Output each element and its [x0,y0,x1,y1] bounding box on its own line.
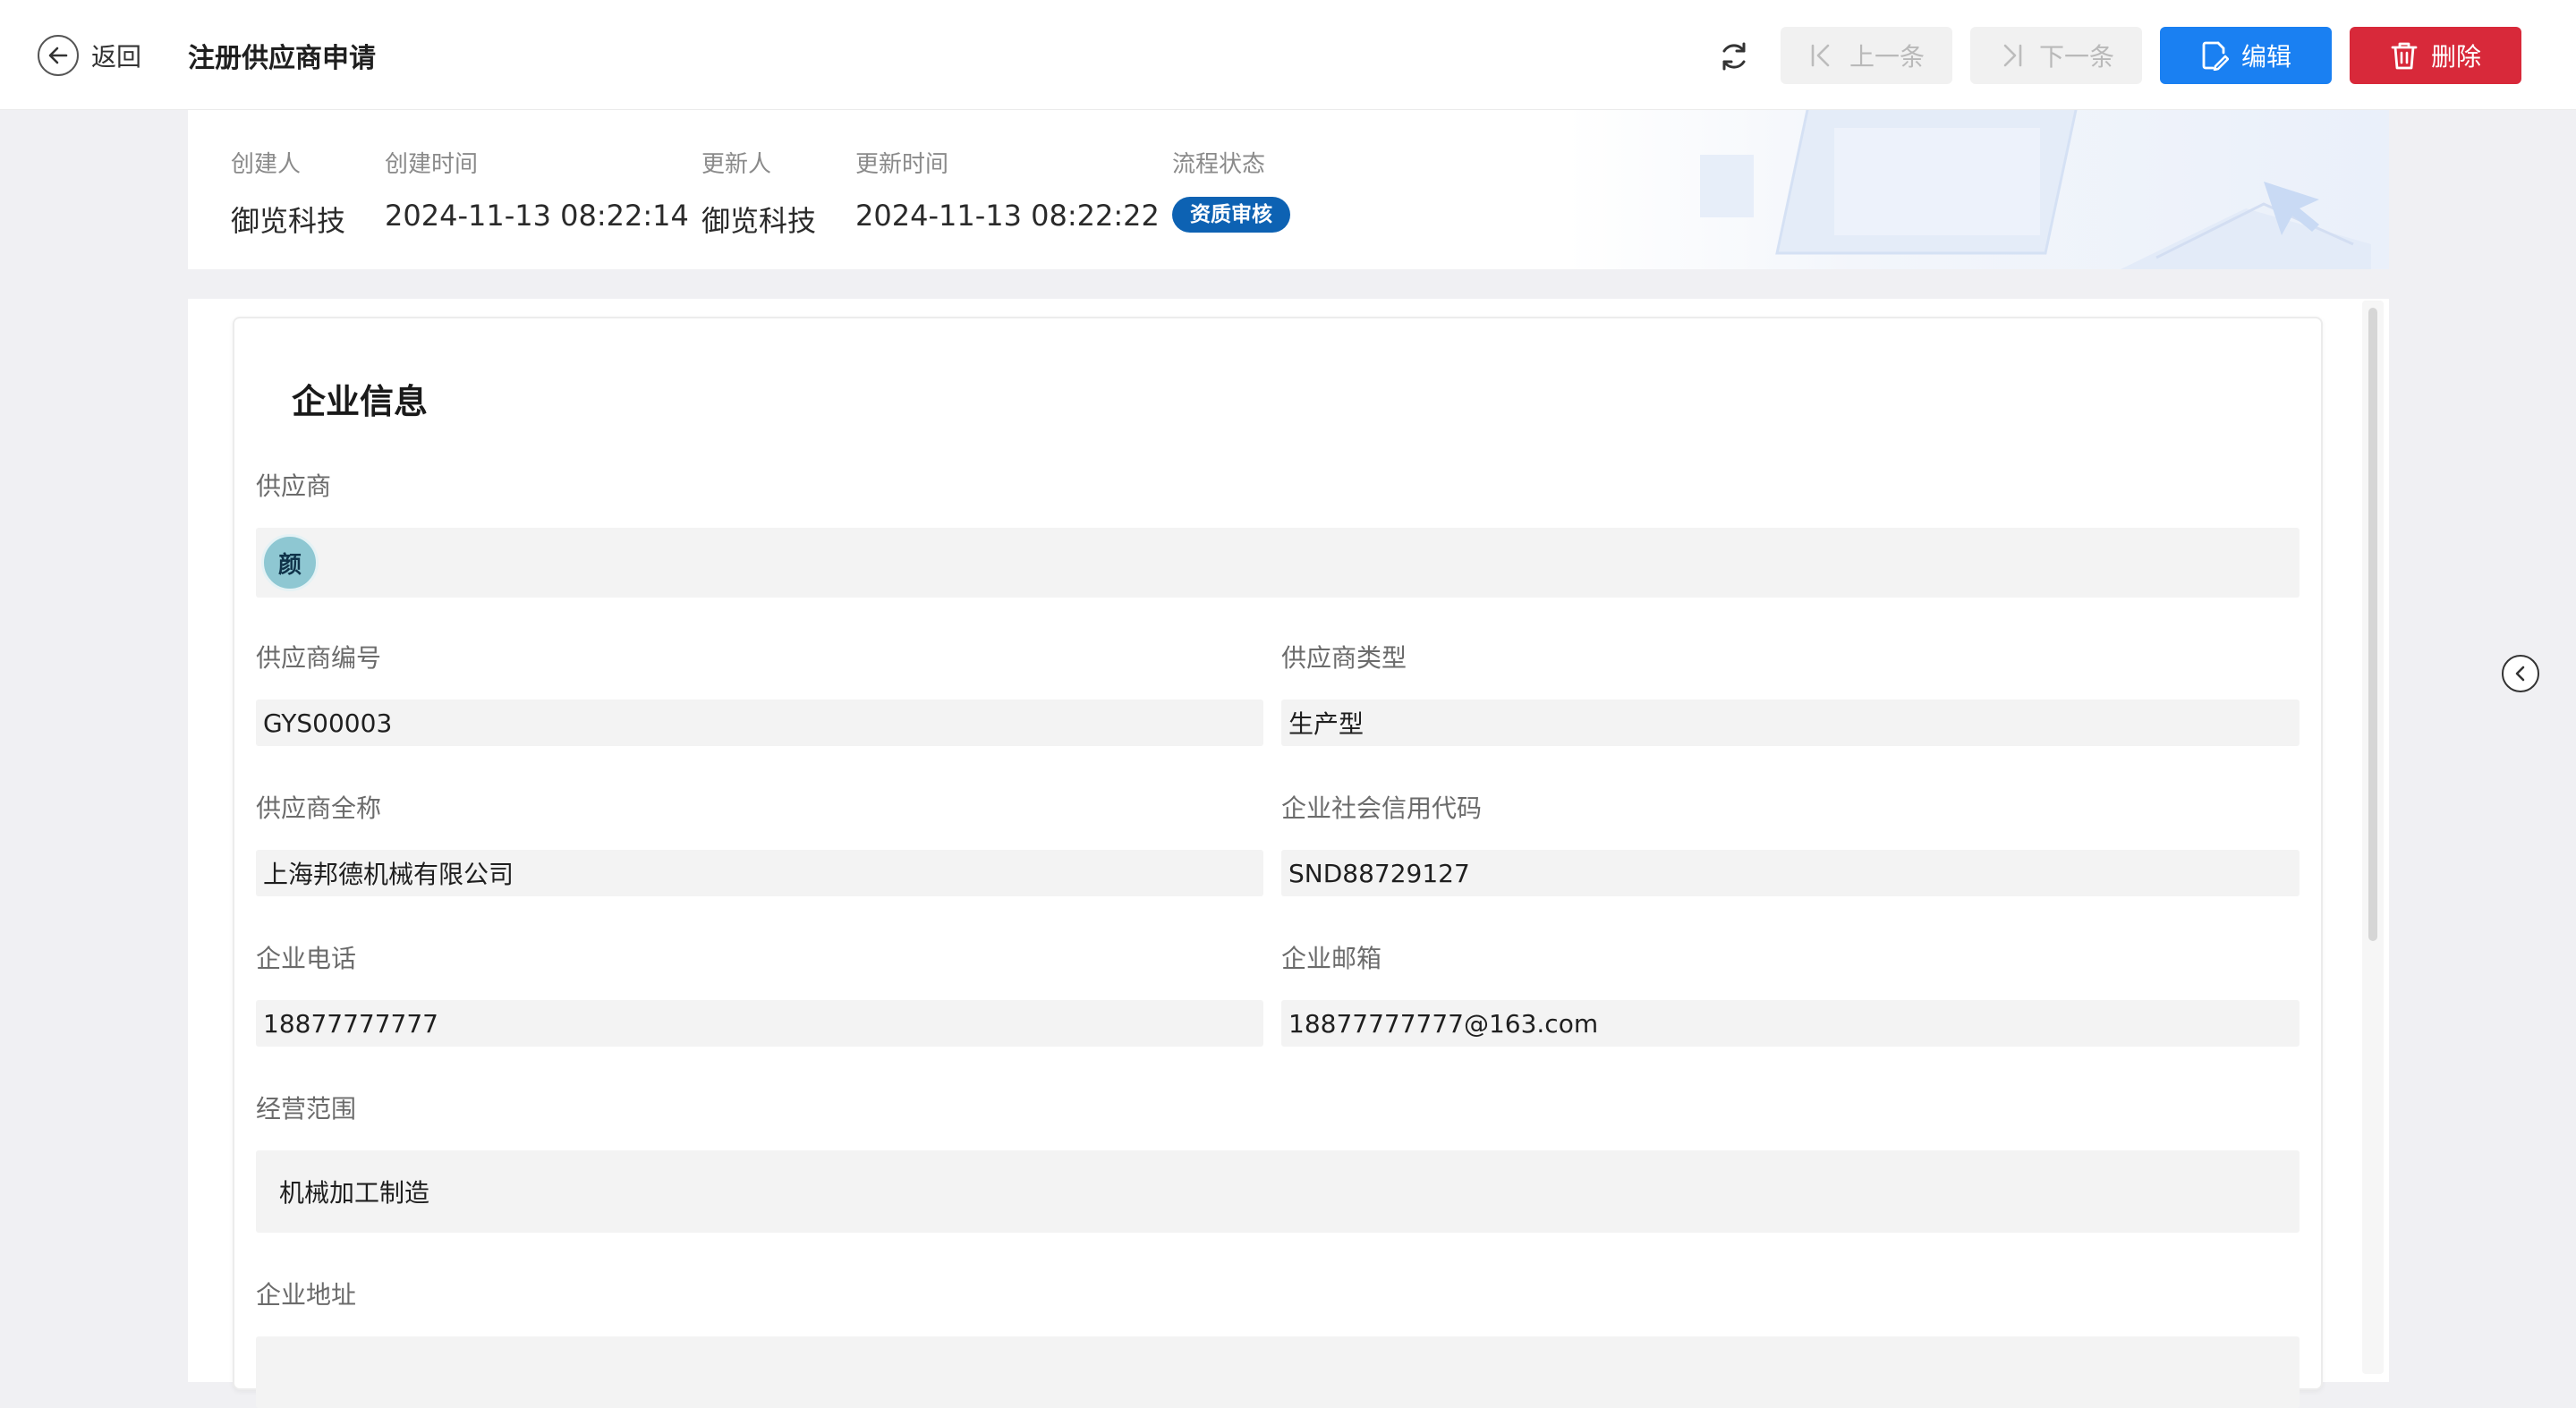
edit-label: 编辑 [2240,42,2291,72]
prev-record-label: 上一条 [1849,42,1925,72]
chevron-left-icon [2515,666,2525,682]
first-icon [1811,44,1830,67]
record-meta-card: 创建人 御览科技 创建时间 2024-11-13 08:22:14 更新人 御览… [188,110,2389,269]
page-title: 注册供应商申请 [188,43,376,74]
edit-button[interactable]: 编辑 [2160,27,2332,84]
creator-value: 御览科技 [231,204,346,238]
created-time-field: 创建时间 2024-11-13 08:22:14 [385,146,689,233]
next-record-button[interactable]: 下一条 [1970,27,2142,84]
full-name-field[interactable]: 上海邦德机械有限公司 [256,850,1263,896]
updated-time-field: 更新时间 2024-11-13 08:22:22 [855,146,1160,233]
updated-time-value: 2024-11-13 08:22:22 [855,199,1160,233]
back-arrow-icon [38,35,79,76]
avatar: 颜 [261,534,319,591]
credit-code-label: 企业社会信用代码 [1281,793,1483,823]
email-label: 企业邮箱 [1281,944,1382,973]
full-name-label: 供应商全称 [256,793,382,823]
creator-field: 创建人 御览科技 [231,146,345,240]
edit-icon [2202,41,2229,71]
back-button[interactable]: 返回 [38,34,141,77]
scrollbar-thumb[interactable] [2368,308,2377,941]
phone-label: 企业电话 [256,944,357,973]
delete-button[interactable]: 删除 [2350,27,2521,84]
credit-code-field[interactable]: SND88729127 [1281,850,2300,896]
refresh-button[interactable] [1713,36,1755,77]
main-panel: 企业信息 供应商 颜 供应商编号 GYS00003 供应商类型 生产型 供应商全… [188,299,2389,1408]
phone-field[interactable]: 18877777777 [256,1000,1263,1047]
business-scope-label: 经营范围 [256,1094,357,1124]
back-label: 返回 [91,42,142,72]
updater-value: 御览科技 [701,204,817,238]
delete-label: 删除 [2430,42,2481,72]
trash-icon [2391,42,2418,70]
creator-label: 创建人 [231,151,302,178]
updater-label: 更新人 [701,151,772,178]
supplier-code-field[interactable]: GYS00003 [256,700,1263,746]
top-bar: 返回 注册供应商申请 上一条 下一条 编辑 删除 [0,0,2576,110]
decorative-illustration [1566,110,2389,269]
business-scope-field[interactable]: 机械加工制造 [256,1150,2300,1233]
status-field: 流程状态 资质审核 [1172,146,1290,233]
next-record-label: 下一条 [2038,42,2114,72]
address-field[interactable] [256,1336,2300,1408]
refresh-icon [1722,42,1746,71]
status-label: 流程状态 [1172,151,1266,178]
last-icon [2003,44,2022,67]
enterprise-info-card: 企业信息 供应商 颜 供应商编号 GYS00003 供应商类型 生产型 供应商全… [233,317,2323,1408]
supplier-field[interactable]: 颜 [256,528,2300,598]
created-time-label: 创建时间 [385,151,479,178]
status-badge: 资质审核 [1172,197,1290,233]
created-time-value: 2024-11-13 08:22:14 [385,199,689,233]
supplier-code-label: 供应商编号 [256,643,382,673]
email-field[interactable]: 18877777777@163.com [1281,1000,2300,1047]
updater-field: 更新人 御览科技 [701,146,816,240]
supplier-type-label: 供应商类型 [1281,643,1407,673]
updated-time-label: 更新时间 [855,151,949,178]
collapse-panel-button[interactable] [2502,655,2539,692]
supplier-label: 供应商 [256,471,332,501]
supplier-type-field[interactable]: 生产型 [1281,700,2300,746]
address-label: 企业地址 [256,1280,357,1310]
section-title: 企业信息 [292,382,429,421]
prev-record-button[interactable]: 上一条 [1781,27,1952,84]
